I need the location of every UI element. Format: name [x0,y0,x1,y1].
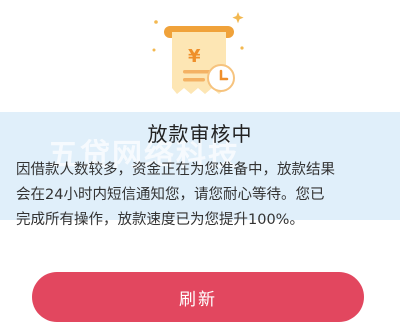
status-description: 因借款人数较多，资金正在为您准备中，放款结果 会在24小时内短信通知您，请您耐心… [16,158,388,233]
description-line-1: 因借款人数较多，资金正在为您准备中，放款结果 [16,162,335,178]
yuan-receipt-clock-icon: ¥ [152,12,244,94]
refresh-button[interactable]: 刷新 [32,272,364,322]
description-line-3: 完成所有操作，放款速度已为您提升100%。 [16,212,304,228]
page-title: 放款审核中 [147,122,253,146]
svg-text:¥: ¥ [188,46,201,67]
description-line-2: 会在24小时内短信通知您，请您耐心等待。您已 [16,187,325,203]
